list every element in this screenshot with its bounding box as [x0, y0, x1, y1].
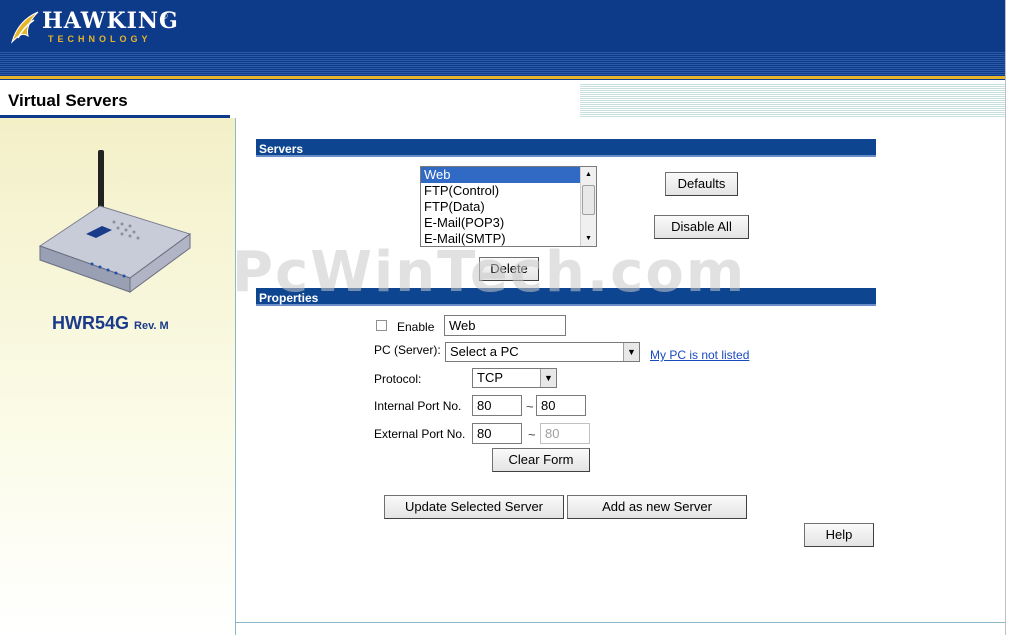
brand-logo: HAWKING ® TECHNOLOGY — [8, 6, 178, 50]
defaults-button[interactable]: Defaults — [665, 172, 738, 196]
protocol-value: TCP — [477, 370, 503, 385]
left-panel: HWR54G Rev. M — [0, 118, 236, 635]
internal-port-end-input[interactable]: 80 — [536, 395, 586, 416]
page-title: Virtual Servers — [8, 91, 128, 110]
hawk-logo-icon — [10, 11, 39, 44]
header-gold-line — [0, 76, 1005, 79]
server-list-item[interactable]: E-Mail(POP3) — [421, 215, 596, 231]
router-icon — [38, 150, 192, 293]
internal-port-label: Internal Port No. — [374, 399, 462, 413]
external-port-end-input: 80 — [540, 423, 590, 444]
pc-server-select[interactable]: Select a PC ▼ — [445, 342, 640, 362]
bottom-border — [236, 622, 1005, 623]
server-list-item[interactable]: Web — [421, 167, 596, 183]
enable-checkbox[interactable] — [376, 320, 387, 331]
device-model-name: HWR54G — [52, 313, 130, 333]
add-new-server-button[interactable]: Add as new Server — [567, 495, 747, 519]
pc-server-label: PC (Server): — [374, 343, 441, 357]
enable-label: Enable — [397, 320, 435, 334]
external-port-start-input[interactable]: 80 — [472, 423, 522, 444]
brand-name: HAWKING — [42, 8, 179, 34]
protocol-label: Protocol: — [374, 372, 422, 386]
external-port-separator: ~ — [528, 427, 536, 442]
arrow-up-icon[interactable]: ▲ — [581, 167, 596, 182]
server-list-item[interactable]: FTP(Control) — [421, 183, 596, 199]
registered-mark: ® — [161, 11, 168, 21]
header-banner: HAWKING ® TECHNOLOGY — [0, 0, 1005, 80]
server-list-item[interactable]: FTP(Data) — [421, 199, 596, 215]
clear-form-button[interactable]: Clear Form — [492, 448, 590, 472]
scrollbar-thumb[interactable] — [582, 185, 595, 215]
header-stripes — [0, 52, 1005, 76]
pc-server-value: Select a PC — [450, 344, 519, 359]
disable-all-button[interactable]: Disable All — [654, 215, 749, 239]
external-port-label: External Port No. — [374, 427, 466, 441]
listbox-scrollbar[interactable]: ▲ ▼ — [580, 167, 596, 246]
arrow-down-icon[interactable]: ▼ — [581, 231, 596, 246]
device-model: HWR54G Rev. M — [52, 313, 169, 334]
pc-not-listed-link[interactable]: My PC is not listed — [650, 348, 749, 362]
internal-port-start-input[interactable]: 80 — [472, 395, 522, 416]
server-list-items: Web FTP(Control) FTP(Data) E-Mail(POP3) E-Ma… — [421, 167, 596, 246]
server-name-input[interactable]: Web — [444, 315, 566, 336]
title-band: Virtual Servers — [0, 80, 1005, 118]
chevron-down-icon[interactable]: ▼ — [623, 343, 639, 361]
device-revision: Rev. M — [134, 320, 169, 332]
brand-subtitle: TECHNOLOGY — [48, 34, 152, 44]
protocol-select[interactable]: TCP ▼ — [472, 368, 557, 388]
properties-section-header: Properties — [256, 288, 876, 306]
help-button[interactable]: Help — [804, 523, 874, 547]
servers-section-header: Servers — [256, 139, 876, 157]
server-list-item[interactable]: E-Mail(SMTP) — [421, 231, 596, 246]
right-border — [1005, 0, 1022, 635]
server-listbox[interactable]: Web FTP(Control) FTP(Data) E-Mail(POP3) E-Ma… — [420, 166, 597, 247]
title-decoration — [580, 84, 1005, 118]
delete-button[interactable]: Delete — [479, 257, 539, 281]
chevron-down-icon[interactable]: ▼ — [540, 369, 556, 387]
internal-port-separator: ~ — [526, 399, 534, 414]
update-selected-server-button[interactable]: Update Selected Server — [384, 495, 564, 519]
